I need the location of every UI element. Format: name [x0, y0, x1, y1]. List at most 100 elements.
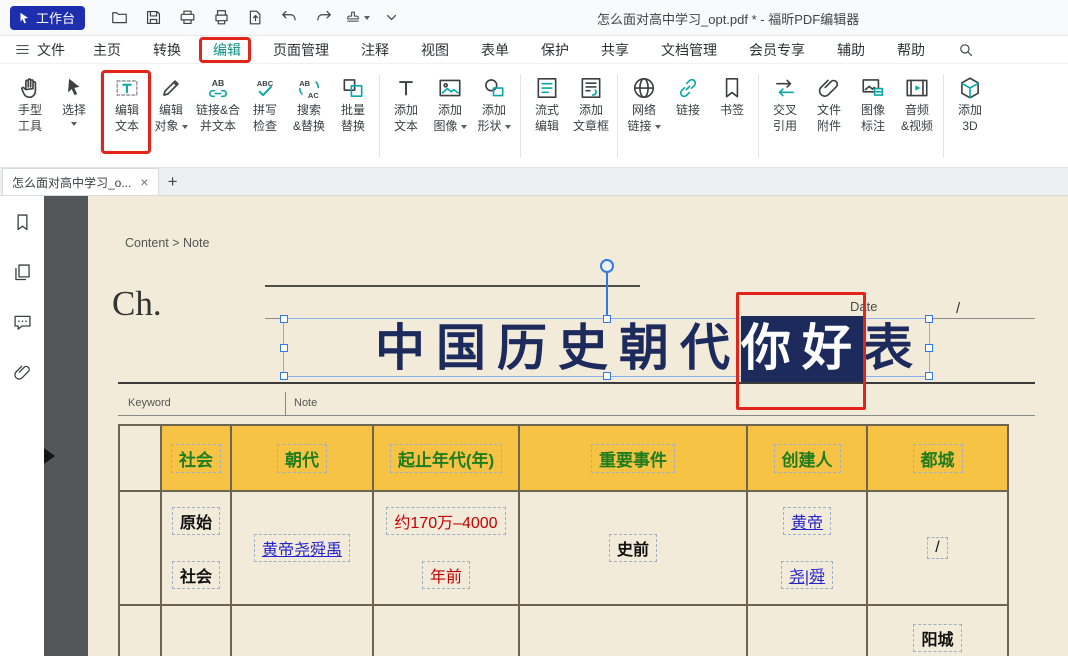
menu-item-view[interactable]: 视图: [405, 36, 465, 63]
table-header-dynasty: 朝代: [232, 426, 374, 492]
table-cell-society[interactable]: 原始 社会: [162, 492, 232, 606]
document-tab-label: 怎么面对高中学习_o...: [12, 174, 131, 191]
menu-item-share[interactable]: 共享: [585, 36, 645, 63]
hand-icon: [16, 74, 44, 102]
share-page-icon: [246, 8, 265, 27]
tool-spell-check[interactable]: ABC 拼写 检查: [243, 74, 287, 134]
tool-link-merge-text[interactable]: AB 链接&合 并文本: [193, 74, 243, 134]
note-label: Note: [294, 397, 317, 409]
menu-item-page-manage[interactable]: 页面管理: [257, 36, 345, 63]
more-tools-button[interactable]: [379, 5, 404, 30]
search-icon: [957, 41, 975, 59]
tool-add-3d[interactable]: 添加 3D: [948, 74, 992, 134]
table-cell-years[interactable]: 约170万–4000 年前: [374, 492, 520, 606]
tool-add-text[interactable]: 添加 文本: [384, 74, 428, 134]
document-title-text[interactable]: 中国历史朝代你好表: [375, 323, 924, 373]
attachments-panel-button[interactable]: [10, 360, 34, 384]
tool-add-image[interactable]: 添加 图像: [428, 74, 472, 134]
menu-item-convert[interactable]: 转换: [137, 36, 197, 63]
tool-select[interactable]: 选择: [52, 74, 96, 126]
tool-add-shape[interactable]: 添加 形状: [472, 74, 516, 134]
new-tab-button[interactable]: +: [159, 168, 187, 195]
tool-batch-replace[interactable]: 批量 替换: [331, 74, 375, 134]
tool-hand[interactable]: 手型 工具: [8, 74, 52, 134]
redo-button[interactable]: [311, 5, 336, 30]
tool-audio-video[interactable]: 音频 &视频: [895, 74, 939, 134]
menu-item-comment[interactable]: 注释: [345, 36, 405, 63]
rotation-handle[interactable]: [600, 259, 614, 273]
table-cell-capital-row2[interactable]: 阳城: [868, 606, 1009, 656]
tool-edit-text[interactable]: 编辑 文本: [105, 74, 149, 134]
undo-icon: [280, 8, 299, 27]
menu-item-member[interactable]: 会员专享: [733, 36, 821, 63]
export-button[interactable]: [243, 5, 268, 30]
menu-file-label: 文件: [37, 40, 65, 60]
title-bar: 工作台 怎么面对高中学习_opt.pdf * - 福昕PDF编辑器: [0, 0, 1068, 36]
open-file-button[interactable]: [107, 5, 132, 30]
table-corner-cell: [120, 426, 162, 492]
resize-handle[interactable]: [925, 372, 933, 380]
tool-file-attachment[interactable]: 文件 附件: [807, 74, 851, 134]
chevron-down-icon: [382, 8, 401, 27]
pdf-page[interactable]: Content > Note Ch. Date / 中国历史朝代你好表 Keyw…: [88, 196, 1068, 656]
save-icon: [144, 8, 163, 27]
tool-link[interactable]: 链接: [666, 74, 710, 118]
tool-search-replace[interactable]: ABAC 搜索 &替换: [287, 74, 331, 134]
menu-item-doc-manage[interactable]: 文档管理: [645, 36, 733, 63]
tool-bookmark[interactable]: 书签: [710, 74, 754, 118]
search-replace-icon: ABAC: [295, 74, 323, 102]
print-button[interactable]: [175, 5, 200, 30]
dropdown-caret-icon: [505, 125, 511, 129]
workspace-button[interactable]: 工作台: [10, 6, 85, 30]
tool-cross-reference[interactable]: 交叉 引用: [763, 74, 807, 134]
menu-item-edit[interactable]: 编辑: [197, 36, 257, 63]
table-header-events: 重要事件: [520, 426, 748, 492]
title-text-before: 中国历史朝代: [375, 320, 741, 376]
save-button[interactable]: [141, 5, 166, 30]
table-cell-events[interactable]: 史前: [520, 492, 748, 606]
dropdown-caret-icon: [182, 125, 188, 129]
add-text-icon: [392, 74, 420, 102]
navigation-panel: [0, 196, 44, 656]
resize-handle[interactable]: [280, 315, 288, 323]
tool-web-link[interactable]: 网络 链接: [622, 74, 666, 134]
edit-text-icon: [113, 74, 141, 102]
tool-flow-edit[interactable]: 流式 编辑: [525, 74, 569, 134]
tool-add-article-box[interactable]: 添加 文章框: [569, 74, 613, 134]
text-selection-box[interactable]: 中国历史朝代你好表: [283, 318, 930, 377]
menu-item-form[interactable]: 表单: [465, 36, 525, 63]
resize-handle[interactable]: [603, 372, 611, 380]
quick-print-button[interactable]: [209, 5, 234, 30]
undo-button[interactable]: [277, 5, 302, 30]
pages-panel-button[interactable]: [10, 260, 34, 284]
tool-image-annotation[interactable]: 图像 标注: [851, 74, 895, 134]
hamburger-icon: [14, 41, 31, 58]
cursor-icon: [60, 74, 88, 102]
bookmarks-panel-button[interactable]: [10, 210, 34, 234]
document-tab[interactable]: 怎么面对高中学习_o... ×: [2, 168, 159, 195]
resize-handle[interactable]: [925, 315, 933, 323]
table-cell-dynasty[interactable]: 黄帝尧舜禹: [232, 492, 374, 606]
tab-close-icon[interactable]: ×: [140, 175, 148, 189]
menu-item-file[interactable]: 文件: [0, 36, 77, 63]
table-header-years: 起止年代(年): [374, 426, 520, 492]
resize-handle[interactable]: [280, 344, 288, 352]
table-cell-empty: [374, 606, 520, 656]
tool-edit-object[interactable]: 编辑 对象: [149, 74, 193, 134]
table-cell-capital[interactable]: /: [868, 492, 1009, 606]
date-value: /: [956, 300, 960, 317]
menu-item-home[interactable]: 主页: [77, 36, 137, 63]
resize-handle[interactable]: [603, 315, 611, 323]
resize-handle[interactable]: [925, 344, 933, 352]
comments-panel-button[interactable]: [10, 310, 34, 334]
menu-item-protect[interactable]: 保护: [525, 36, 585, 63]
menu-item-assist[interactable]: 辅助: [821, 36, 881, 63]
menu-item-help[interactable]: 帮助: [881, 36, 941, 63]
table-cell-empty: [162, 606, 232, 656]
article-box-icon: [577, 74, 605, 102]
panel-expand-arrow[interactable]: [44, 448, 55, 464]
format-brush-button[interactable]: [345, 5, 370, 30]
table-cell-founder[interactable]: 黄帝 尧|舜: [748, 492, 868, 606]
search-button[interactable]: [953, 37, 978, 62]
resize-handle[interactable]: [280, 372, 288, 380]
